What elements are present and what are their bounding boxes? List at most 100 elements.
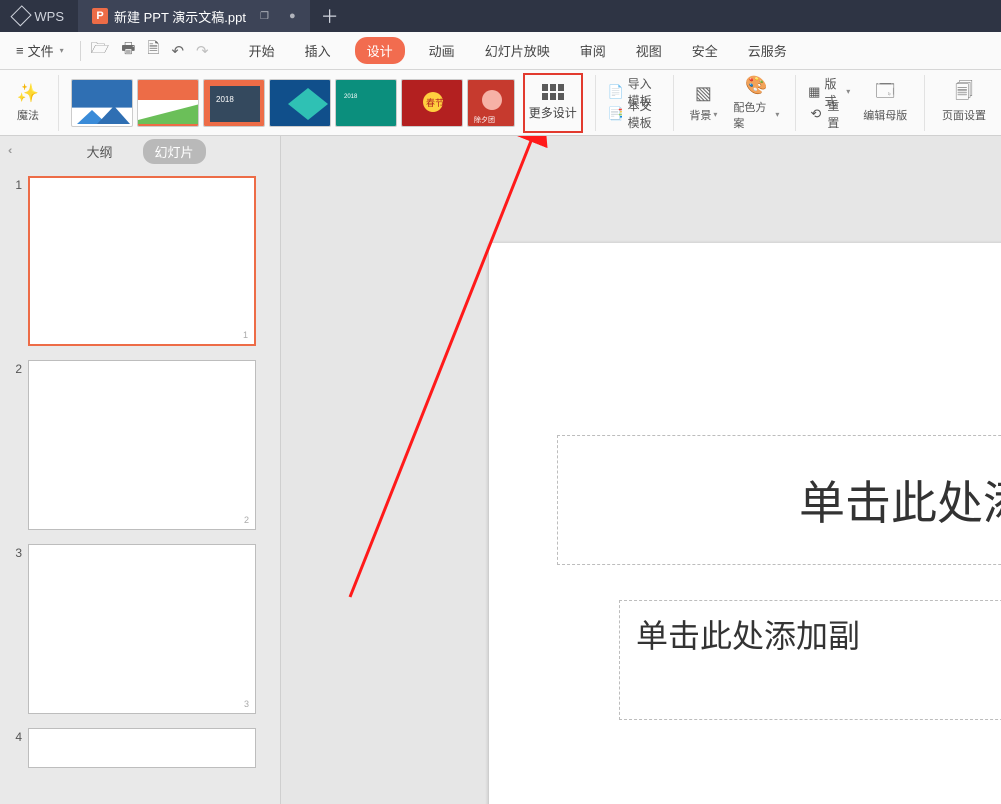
title-placeholder[interactable]: 单击此处添加 bbox=[557, 435, 1001, 565]
reset-icon: ⟲ bbox=[808, 106, 823, 122]
import-template-icon: 📄 bbox=[608, 84, 624, 100]
background-button[interactable]: ▧ 背景▾ bbox=[685, 73, 721, 133]
svg-text:除夕团: 除夕团 bbox=[474, 115, 495, 124]
slide-canvas[interactable]: 单击此处添加 单击此处添加副 bbox=[489, 243, 1001, 804]
divider bbox=[795, 75, 796, 131]
edit-master-button[interactable]: 🗔 编辑母版 bbox=[858, 73, 912, 133]
plus-icon: ＋ bbox=[321, 3, 339, 29]
print-preview-icon[interactable]: 🗎 bbox=[147, 38, 159, 63]
print-icon[interactable]: 🖶 bbox=[121, 38, 135, 63]
reset-button[interactable]: ⟲ 重置 bbox=[808, 103, 850, 125]
menubar: ≡ 文件 ▾ 🗁 🖶 🗎 ↶ ↷ 开始 插入 设计 动画 幻灯片放映 审阅 视图… bbox=[0, 32, 1001, 70]
tab-security[interactable]: 安全 bbox=[686, 37, 724, 64]
template-thumb-6[interactable]: 春节 bbox=[401, 79, 463, 127]
slide-panel-tabs: ‹‹ 大纲 幻灯片 bbox=[0, 136, 280, 166]
presentation-file-icon: P bbox=[92, 8, 108, 24]
divider bbox=[80, 41, 81, 61]
slide-thumbnail-3[interactable]: 3 bbox=[28, 544, 256, 714]
ribbon-tabs: 开始 插入 设计 动画 幻灯片放映 审阅 视图 安全 云服务 bbox=[243, 37, 793, 64]
redo-icon[interactable]: ↷ bbox=[196, 42, 209, 60]
reset-label: 重置 bbox=[827, 97, 850, 131]
layout-reset-group: ▦ 版式 ▾ ⟲ 重置 bbox=[808, 81, 850, 125]
color-scheme-label: 配色方案 bbox=[733, 99, 773, 131]
slide-thumbnail-1[interactable]: 1 bbox=[28, 176, 256, 346]
slide-canvas-area[interactable]: 单击此处添加 单击此处添加副 bbox=[281, 136, 1001, 804]
slide-thumb-row: 3 3 bbox=[8, 544, 272, 714]
this-doc-template-icon: 📑 bbox=[608, 106, 624, 122]
slide-number: 1 bbox=[8, 176, 22, 346]
magic-label: 魔法 bbox=[17, 107, 39, 123]
divider bbox=[673, 75, 674, 131]
slide-thumb-row: 1 1 bbox=[8, 176, 272, 346]
template-thumb-7[interactable]: 除夕团 bbox=[467, 79, 515, 127]
background-icon: ▧ bbox=[692, 83, 714, 105]
page-setup-icon: 🗐 bbox=[953, 83, 975, 105]
template-thumb-4[interactable] bbox=[269, 79, 331, 127]
slide-thumbnail-2[interactable]: 2 bbox=[28, 360, 256, 530]
divider bbox=[58, 75, 59, 131]
more-designs-button[interactable]: 更多设计 bbox=[523, 73, 583, 133]
file-menu-button[interactable]: ≡ 文件 ▾ bbox=[10, 37, 70, 64]
workspace: ‹‹ 大纲 幻灯片 1 1 2 2 3 3 4 bbox=[0, 136, 1001, 804]
slide-page-badge: 3 bbox=[244, 699, 249, 709]
ribbon-design: ✨ 魔法 2018 2018 春节 除夕团 更多设计 📄 导入模板 📑 本文模板… bbox=[0, 70, 1001, 136]
collapse-panel-icon[interactable]: ‹‹ bbox=[8, 145, 9, 157]
wps-logo-icon bbox=[10, 5, 31, 26]
magic-wand-icon: ✨ bbox=[17, 83, 39, 105]
tab-wps-home[interactable]: WPS bbox=[0, 0, 78, 32]
template-thumb-5[interactable]: 2018 bbox=[335, 79, 397, 127]
slide-number: 2 bbox=[8, 360, 22, 530]
magic-button[interactable]: ✨ 魔法 bbox=[10, 73, 46, 133]
tab-design[interactable]: 设计 bbox=[355, 37, 405, 64]
template-thumb-2[interactable] bbox=[137, 79, 199, 127]
slide-number: 4 bbox=[8, 728, 22, 768]
svg-text:春节: 春节 bbox=[426, 97, 444, 108]
tab-close-icon[interactable]: ● bbox=[289, 10, 296, 22]
background-label: 背景 bbox=[689, 107, 711, 123]
slide-thumb-row: 2 2 bbox=[8, 360, 272, 530]
color-scheme-button[interactable]: 🎨 配色方案▾ bbox=[729, 73, 783, 133]
divider bbox=[595, 75, 596, 131]
panel-tab-outline[interactable]: 大纲 bbox=[74, 139, 124, 164]
chevron-down-icon: ▾ bbox=[846, 87, 850, 96]
tab-insert[interactable]: 插入 bbox=[299, 37, 337, 64]
edit-master-label: 编辑母版 bbox=[863, 107, 907, 123]
open-icon[interactable]: 🗁 bbox=[91, 38, 110, 63]
tab-cloud[interactable]: 云服务 bbox=[742, 37, 793, 64]
tab-animation[interactable]: 动画 bbox=[423, 37, 461, 64]
slide-thumbnail-4[interactable] bbox=[28, 728, 256, 768]
new-tab-button[interactable]: ＋ bbox=[310, 0, 350, 32]
chevron-down-icon: ▾ bbox=[775, 110, 779, 119]
subtitle-placeholder-text: 单击此处添加副 bbox=[636, 618, 860, 654]
tab-duplicate-icon[interactable]: ❐ bbox=[260, 11, 269, 22]
document-title: 新建 PPT 演示文稿.ppt bbox=[114, 7, 246, 26]
subtitle-placeholder[interactable]: 单击此处添加副 bbox=[619, 600, 1001, 720]
this-doc-template-button[interactable]: 📑 本文模板 bbox=[608, 103, 661, 125]
tab-document[interactable]: P 新建 PPT 演示文稿.ppt ❐ ● bbox=[78, 0, 310, 32]
undo-icon[interactable]: ↶ bbox=[171, 42, 184, 60]
layout-icon: ▦ bbox=[808, 84, 820, 100]
tab-slideshow[interactable]: 幻灯片放映 bbox=[479, 37, 556, 64]
page-setup-button[interactable]: 🗐 页面设置 bbox=[937, 73, 991, 133]
page-setup-label: 页面设置 bbox=[942, 107, 986, 123]
grid-icon bbox=[542, 84, 564, 100]
panel-tab-slides[interactable]: 幻灯片 bbox=[143, 139, 206, 164]
file-label: 文件 bbox=[28, 41, 54, 60]
tab-start[interactable]: 开始 bbox=[243, 37, 281, 64]
template-thumb-1[interactable] bbox=[71, 79, 133, 127]
chevron-down-icon: ▾ bbox=[60, 46, 64, 55]
template-gallery: 2018 2018 春节 除夕团 bbox=[71, 79, 515, 127]
titlebar: WPS P 新建 PPT 演示文稿.ppt ❐ ● ＋ bbox=[0, 0, 1001, 32]
slide-panel: ‹‹ 大纲 幻灯片 1 1 2 2 3 3 4 bbox=[0, 136, 281, 804]
divider bbox=[924, 75, 925, 131]
tab-review[interactable]: 审阅 bbox=[574, 37, 612, 64]
slide-thumb-row: 4 bbox=[8, 728, 272, 768]
template-thumb-3[interactable]: 2018 bbox=[203, 79, 265, 127]
slide-thumbnail-list[interactable]: 1 1 2 2 3 3 4 bbox=[0, 166, 280, 804]
tab-view[interactable]: 视图 bbox=[630, 37, 668, 64]
svg-text:2018: 2018 bbox=[216, 95, 234, 104]
slide-number: 3 bbox=[8, 544, 22, 714]
this-doc-template-label: 本文模板 bbox=[628, 97, 661, 131]
tab-wps-label: WPS bbox=[34, 9, 64, 24]
title-placeholder-text: 单击此处添加 bbox=[799, 467, 1001, 533]
